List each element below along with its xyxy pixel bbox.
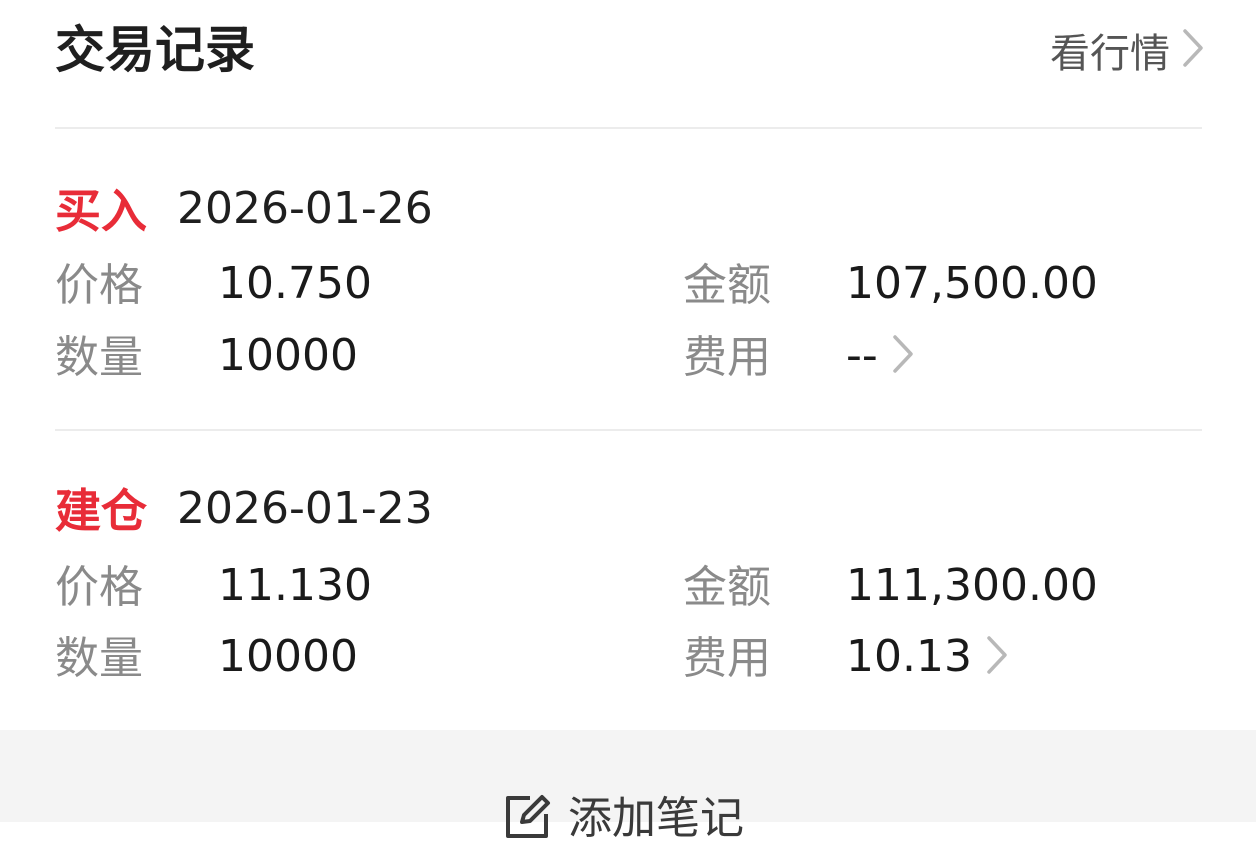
quantity-value: 10000 <box>218 631 358 682</box>
quantity-label: 数量 <box>55 332 143 383</box>
fee-label: 费用 <box>683 332 771 383</box>
view-market-link[interactable]: 看行情 <box>1050 22 1204 78</box>
price-label: 价格 <box>55 260 143 311</box>
trade-type: 建仓 <box>55 484 147 538</box>
trade-record-item[interactable]: 建仓 2026-01-23 价格 11.130 金额 111,300.00 数量… <box>0 428 1256 728</box>
quantity-value: 10000 <box>218 330 358 381</box>
view-market-label: 看行情 <box>1050 31 1170 77</box>
trade-record-item[interactable]: 买入 2026-01-26 价格 10.750 金额 107,500.00 数量… <box>0 128 1256 428</box>
fee-value: 10.13 <box>846 631 972 682</box>
amount-value: 107,500.00 <box>846 258 1098 309</box>
edit-note-icon <box>500 790 554 848</box>
trade-date: 2026-01-26 <box>177 182 433 234</box>
chevron-right-icon <box>986 635 1008 679</box>
fee-detail-link[interactable]: -- <box>846 328 914 384</box>
add-note-button[interactable]: 添加笔记 <box>500 790 744 848</box>
amount-label: 金额 <box>683 562 771 613</box>
fee-value: -- <box>846 330 878 381</box>
price-value: 11.130 <box>218 560 372 611</box>
amount-value: 111,300.00 <box>846 560 1098 611</box>
chevron-right-icon <box>1182 28 1204 72</box>
page-title: 交易记录 <box>55 21 255 79</box>
price-value: 10.750 <box>218 258 372 309</box>
footer-bar: 添加笔记 <box>0 730 1256 844</box>
trade-date: 2026-01-23 <box>177 482 433 534</box>
amount-label: 金额 <box>683 260 771 311</box>
trade-type: 买入 <box>55 184 147 238</box>
quantity-label: 数量 <box>55 633 143 684</box>
trade-records-header: 交易记录 看行情 <box>0 0 1256 128</box>
chevron-right-icon <box>892 334 914 378</box>
price-label: 价格 <box>55 562 143 613</box>
fee-label: 费用 <box>683 633 771 684</box>
fee-detail-link[interactable]: 10.13 <box>846 629 1008 685</box>
add-note-label: 添加笔记 <box>568 793 744 844</box>
